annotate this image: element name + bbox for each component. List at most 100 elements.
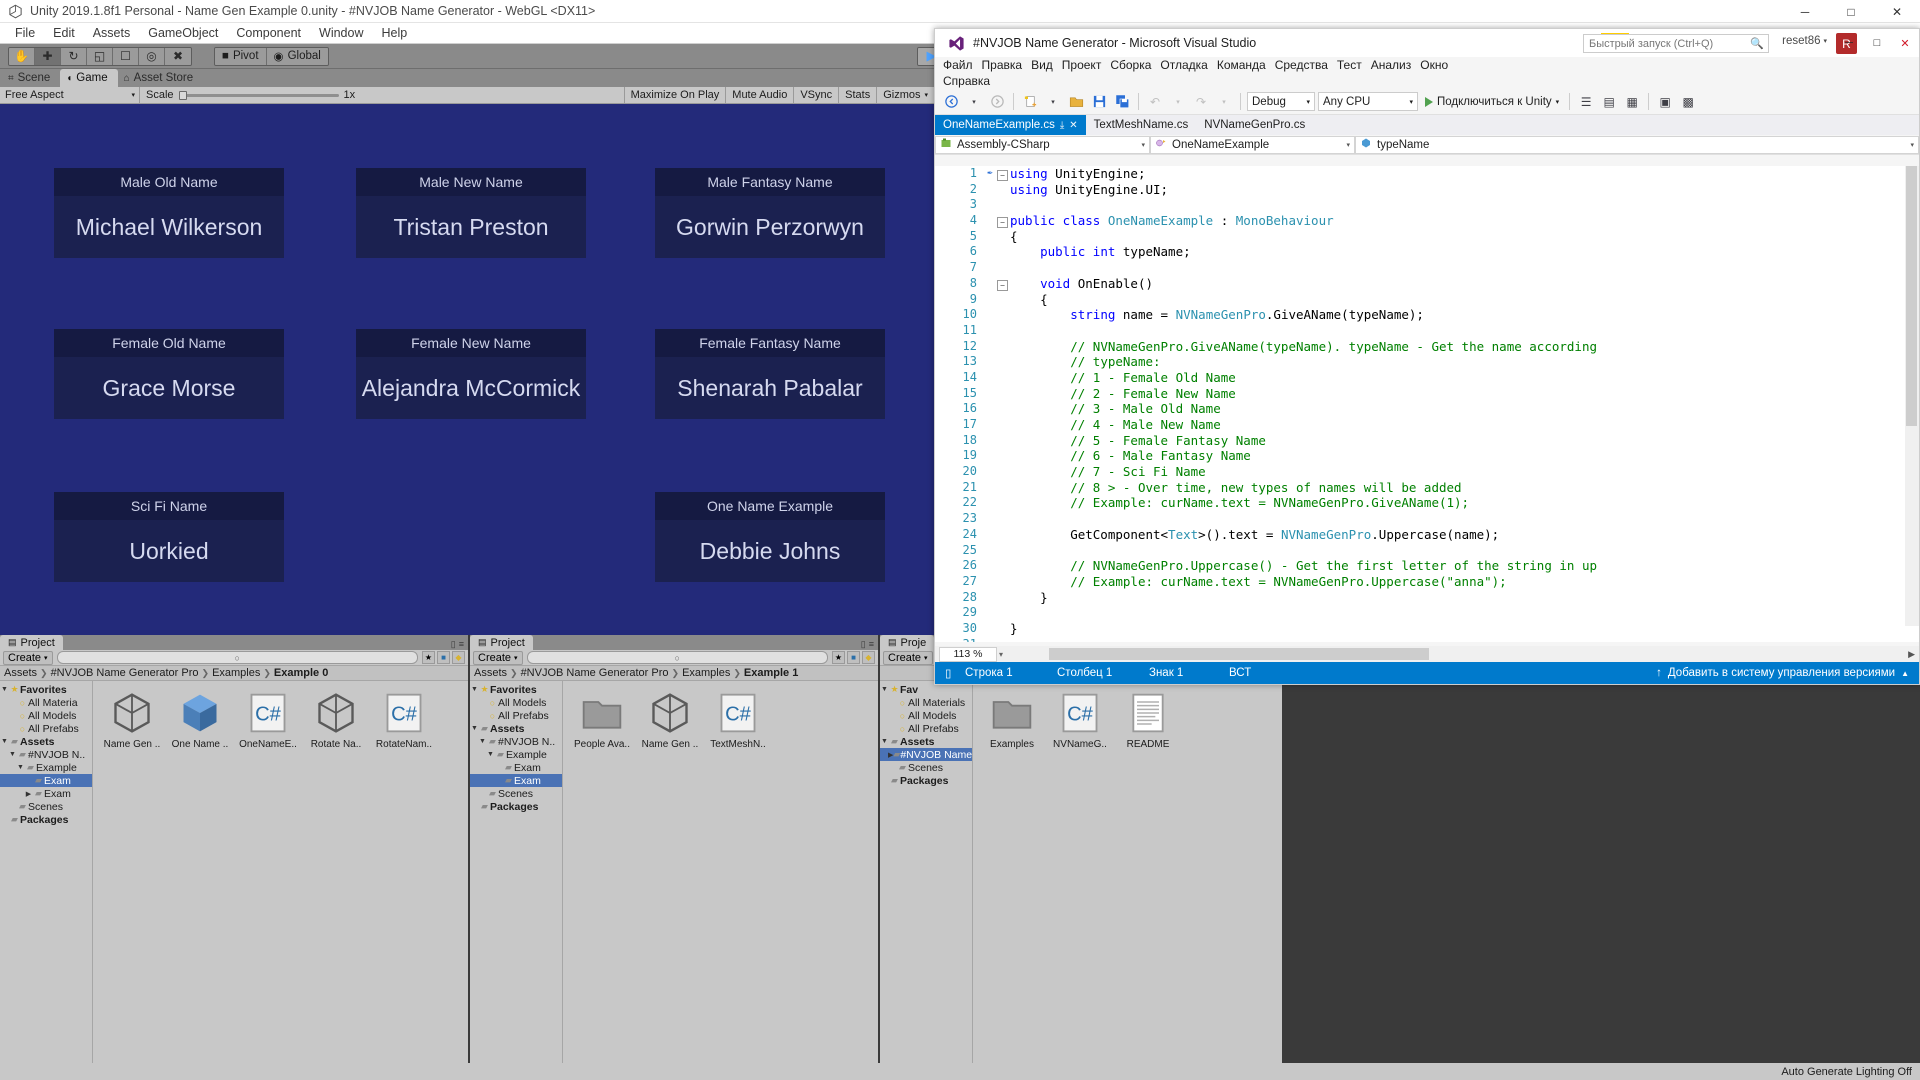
menu-icon[interactable]: ≡	[459, 639, 464, 650]
vs-menu-item[interactable]: Файл	[943, 57, 982, 73]
vs-menu-item[interactable]: Команда	[1217, 57, 1275, 73]
filter-all-icon[interactable]: ★	[422, 651, 435, 664]
twisty-icon[interactable]: ▼	[880, 738, 889, 745]
lock-icon[interactable]: ▯	[451, 639, 456, 650]
filter-label-icon[interactable]: ◆	[862, 651, 875, 664]
project-tab[interactable]: ▤ Project	[470, 635, 533, 650]
code-line[interactable]: 9 {	[935, 292, 1919, 308]
tree-item[interactable]: ▼ ▰ Example	[0, 761, 92, 774]
aspect-dropdown[interactable]: Free Aspect ▾	[0, 86, 140, 104]
code-line[interactable]: 17 // 4 - Male New Name	[935, 417, 1919, 433]
unity-tab-game[interactable]: ◖ Game	[60, 69, 118, 87]
tree-item[interactable]: ▰ Packages	[470, 800, 562, 813]
vs-menu-item[interactable]: Средства	[1275, 57, 1337, 73]
unity-close-button[interactable]: ✕	[1874, 0, 1920, 23]
tree-item[interactable]: ▰ Exam	[470, 761, 562, 774]
chevron-down-icon[interactable]: ▾	[964, 92, 984, 112]
undo-icon[interactable]: ↶	[1145, 92, 1165, 112]
unity-menu-component[interactable]: Component	[227, 24, 310, 42]
code-line[interactable]: 25	[935, 543, 1919, 559]
breadcrumb-item[interactable]: Assets	[4, 667, 37, 679]
tree-item[interactable]: ○ All Prefabs	[880, 722, 972, 735]
tree-item[interactable]: ○ All Prefabs	[470, 709, 562, 722]
twisty-icon[interactable]: ▼	[470, 725, 479, 732]
rect-tool-icon[interactable]: ☐	[113, 47, 139, 65]
new-item-icon[interactable]	[1020, 92, 1040, 112]
project-tab[interactable]: ▤ Proje	[880, 635, 935, 650]
solution-config-dropdown[interactable]: Debug ▾	[1247, 92, 1315, 111]
code-line[interactable]: 16 // 3 - Male Old Name	[935, 401, 1919, 417]
asset-item[interactable]: Name Gen ..	[639, 689, 701, 750]
menu-icon[interactable]: ≡	[869, 639, 874, 650]
tree-item[interactable]: ○ All Models	[0, 709, 92, 722]
twisty-icon[interactable]: ▼	[478, 738, 487, 745]
tree-item[interactable]: ○ All Models	[880, 709, 972, 722]
chevron-down-icon[interactable]: ▾	[1043, 92, 1063, 112]
fold-toggle-icon[interactable]: −	[997, 166, 1010, 182]
code-line[interactable]: 1 ✒ − using UnityEngine;	[935, 166, 1919, 182]
project-asset-grid-container[interactable]: Examples C# NVNameG.. README	[973, 681, 1282, 1080]
editor-horizontal-scrollbar[interactable]	[1009, 647, 1905, 661]
hand-tool-icon[interactable]: ✋	[9, 47, 35, 65]
breadcrumb-item[interactable]: #NVJOB Name Generator Pro	[521, 667, 669, 679]
save-all-icon[interactable]	[1112, 92, 1132, 112]
asset-item[interactable]: C# OneNameE..	[237, 689, 299, 750]
tree-item[interactable]: ▰ Scenes	[0, 800, 92, 813]
breadcrumb-item[interactable]: Examples	[212, 667, 260, 679]
code-line[interactable]: 22 // Example: curName.text = NVNameGenP…	[935, 495, 1919, 511]
redo-icon[interactable]: ↷	[1191, 92, 1211, 112]
breadcrumb-item[interactable]: Examples	[682, 667, 730, 679]
filter-type-icon[interactable]: ■	[847, 651, 860, 664]
chevron-down-icon[interactable]: ▾	[997, 650, 1005, 659]
vs-menu-item[interactable]: Сборка	[1110, 57, 1160, 73]
vs-menu-item[interactable]: Правка	[982, 57, 1032, 73]
lightbulb-icon[interactable]: ✒	[983, 166, 997, 182]
tree-item[interactable]: ▼ ▰ Assets	[880, 735, 972, 748]
twisty-icon[interactable]: ▶	[24, 790, 33, 798]
toolbar-extra-icon-4[interactable]: ▣	[1655, 92, 1675, 112]
nav-back-icon[interactable]	[941, 92, 961, 112]
vs-menu-item[interactable]: Анализ	[1371, 57, 1421, 73]
code-line[interactable]: 26 // NVNameGenPro.Uppercase() - Get the…	[935, 558, 1919, 574]
code-line[interactable]: 11	[935, 323, 1919, 339]
vs-menu-item[interactable]: Проект	[1062, 57, 1111, 73]
status-source-control[interactable]: ↑ Добавить в систему управления версиями…	[1656, 667, 1919, 679]
project-asset-grid-container[interactable]: Name Gen .. One Name .. C# OneNameE.. Rotate…	[93, 681, 468, 1080]
filter-type-icon[interactable]: ■	[437, 651, 450, 664]
scale-tool-icon[interactable]: ◱	[87, 47, 113, 65]
project-asset-grid-container[interactable]: People Ava.. Name Gen .. C# TextMeshN..	[563, 681, 878, 1080]
editor-vertical-scrollbar[interactable]	[1905, 166, 1919, 626]
search-icon[interactable]: 🔍	[1750, 37, 1764, 50]
tree-item[interactable]: ▼ ▰ Assets	[0, 735, 92, 748]
code-line[interactable]: 10 string name = NVNameGenPro.GiveAName(…	[935, 307, 1919, 323]
filter-label-icon[interactable]: ◆	[452, 651, 465, 664]
tree-item[interactable]: ○ All Models	[470, 696, 562, 709]
gameview-option-vsync[interactable]: VSync	[793, 86, 838, 104]
unity-menu-gameobject[interactable]: GameObject	[139, 24, 227, 42]
twisty-icon[interactable]: ▼	[470, 686, 479, 693]
tree-item[interactable]: ▼ ▰ Example	[470, 748, 562, 761]
tree-item[interactable]: ▼ ▰ #NVJOB N..	[470, 735, 562, 748]
move-tool-icon[interactable]: ✚	[35, 47, 61, 65]
vs-menu-item[interactable]: Окно	[1420, 57, 1457, 73]
code-line[interactable]: 8 − void OnEnable()	[935, 276, 1919, 292]
breadcrumb-item[interactable]: #NVJOB Name Generator Pro	[51, 667, 199, 679]
code-lines[interactable]: 1 ✒ − using UnityEngine; 2 using UnityEngine.…	[935, 166, 1919, 642]
toolbar-extra-icon-2[interactable]: ▤	[1599, 92, 1619, 112]
nav-type-dropdown[interactable]: OneNameExample ▾	[1150, 135, 1355, 154]
twisty-icon[interactable]: ▼	[880, 686, 889, 693]
quick-launch-input[interactable]: Быстрый запуск (Ctrl+Q) 🔍	[1583, 34, 1769, 53]
tree-item[interactable]: ▰ Packages	[880, 774, 972, 787]
unity-maximize-button[interactable]: □	[1828, 0, 1874, 23]
nav-member-dropdown[interactable]: typeName ▾	[1355, 135, 1919, 154]
custom-tool-icon[interactable]: ✖	[165, 47, 191, 65]
global-toggle[interactable]: ◉ Global	[266, 47, 328, 65]
filter-all-icon[interactable]: ★	[832, 651, 845, 664]
solution-platform-dropdown[interactable]: Any CPU ▾	[1318, 92, 1418, 111]
vs-maximize-button[interactable]: □	[1863, 29, 1891, 57]
vs-tab[interactable]: OneNameExample.cs ⤓ ✕	[935, 115, 1086, 135]
scale-control[interactable]: Scale 1x	[140, 89, 355, 101]
asset-item[interactable]: C# RotateNam..	[373, 689, 435, 750]
code-line[interactable]: 31	[935, 637, 1919, 642]
code-line[interactable]: 29	[935, 605, 1919, 621]
